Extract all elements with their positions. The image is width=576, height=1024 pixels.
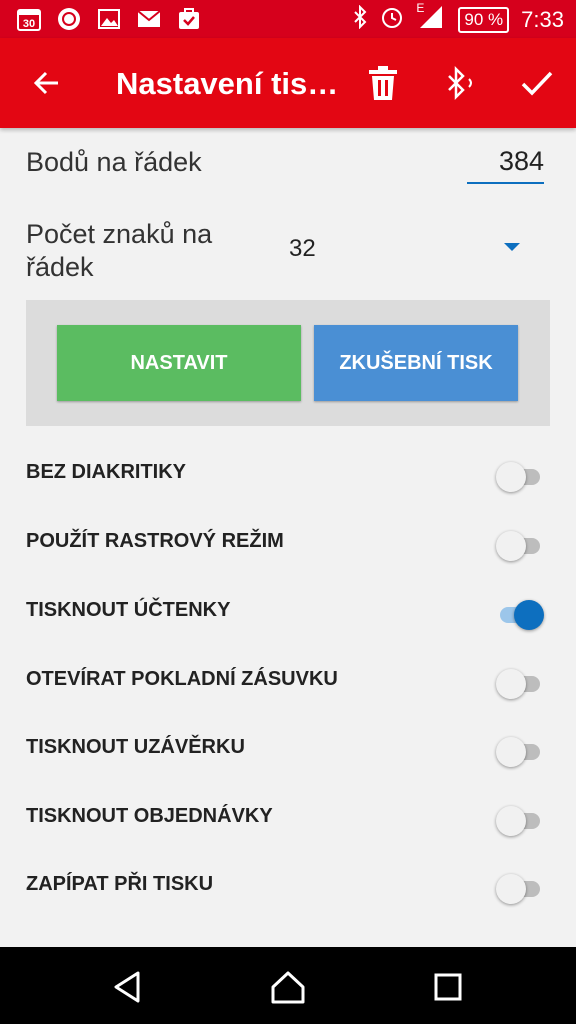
network-type: E [416,1,425,15]
system-nav-bar [0,947,576,1024]
toggle-row[interactable]: TISKNOUT UZÁVĚRKU [0,720,576,780]
toggle-label: TISKNOUT UZÁVĚRKU [26,736,245,758]
bodu-label: Bodů na řádek [26,147,202,177]
toggle-label: TISKNOUT OBJEDNÁVKY [26,805,273,827]
toggle-row[interactable]: OTEVÍRAT POKLADNÍ ZÁSUVKU [0,652,576,712]
mi-icon [56,6,82,32]
toggle-switch[interactable] [496,597,544,631]
toggle-row[interactable]: BEZ DIAKRITIKY [0,445,576,505]
button-panel: NASTAVIT ZKUŠEBNÍ TISK [26,300,550,426]
toggle-row[interactable]: TISKNOUT OBJEDNÁVKY [0,789,576,849]
set-button[interactable]: NASTAVIT [57,325,301,401]
toggle-label: ZAPÍPAT PŘI TISKU [26,873,214,895]
back-triangle-icon[interactable] [108,967,148,1007]
calendar-day: 30 [23,18,35,30]
bodu-input[interactable]: 384 [499,146,544,177]
back-arrow-icon[interactable] [28,63,68,103]
gmail-icon [136,6,162,32]
pocet-label: Počet znaků na řádek [26,219,213,282]
confirm-check-icon[interactable] [514,60,560,106]
toggle-switch[interactable] [496,666,544,700]
alarm-icon [380,5,404,35]
toggle-label: OTEVÍRAT POKLADNÍ ZÁSUVKU [26,668,338,690]
clock: 7:33 [521,7,564,32]
toggle-row[interactable]: ZAPÍPAT PŘI TISKU [0,857,576,917]
bodu-input-underline [467,182,544,184]
page-title: Nastavení tis… [116,66,339,101]
system-icons: E 90 % 7:33 [352,1,564,36]
bluetooth-connect-icon[interactable] [438,60,484,106]
toggle-switch[interactable] [496,734,544,768]
toggle-row[interactable]: TISKNOUT ÚČTENKY [0,583,576,643]
home-icon[interactable] [268,967,308,1007]
app-bar: Nastavení tis… [0,38,576,128]
notification-icons: 30 [16,6,202,32]
toggle-label: TISKNOUT ÚČTENKY [26,599,231,621]
toggle-switch[interactable] [496,871,544,905]
signal-icon: E [416,1,446,36]
toggle-label: POUŽÍT RASTROVÝ REŽIM [26,530,284,552]
toggle-switch[interactable] [496,528,544,562]
pocet-select[interactable]: 32 [289,235,316,263]
task-icon [176,6,202,32]
bluetooth-icon [352,4,368,35]
delete-icon[interactable] [360,60,406,106]
toggle-switch[interactable] [496,803,544,837]
battery-indicator: 90 % [458,7,510,33]
toggle-row[interactable]: POUŽÍT RASTROVÝ REŽIM [0,514,576,574]
gallery-icon [96,6,122,32]
toggle-label: BEZ DIAKRITIKY [26,461,186,483]
recents-icon[interactable] [428,967,468,1007]
toggle-switch[interactable] [496,459,544,493]
test-print-button[interactable]: ZKUŠEBNÍ TISK [314,325,518,401]
chevron-down-icon[interactable] [504,243,520,251]
calendar-icon: 30 [16,6,42,32]
status-bar: 30 E 90 % 7:33 [0,0,576,38]
